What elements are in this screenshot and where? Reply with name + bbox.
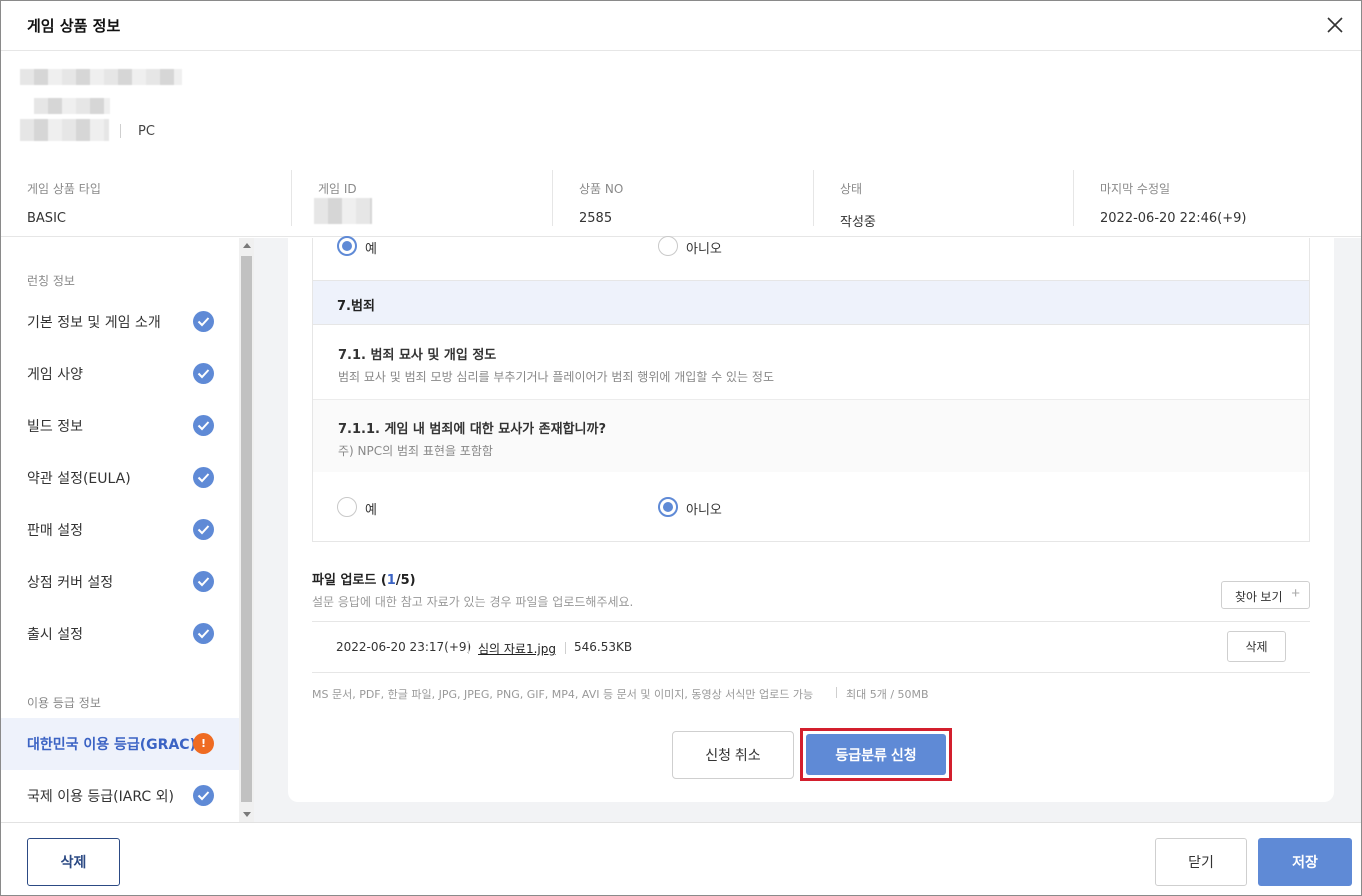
upload-description: 설문 응답에 대한 참고 자료가 있는 경우 파일을 업로드해주세요. <box>312 595 634 609</box>
prev-answer-yes-radio[interactable] <box>337 236 357 256</box>
modal-footer: 삭제 닫기 저장 <box>1 822 1361 895</box>
info-product-no: 상품 NO 2585 <box>552 170 813 226</box>
sidebar-item-eula[interactable]: 약관 설정(EULA) <box>1 452 239 504</box>
question-note: 주) NPC의 범죄 표현을 포함함 <box>338 444 493 458</box>
divider <box>468 642 469 654</box>
close-icon[interactable] <box>1323 13 1347 37</box>
submit-rating-button[interactable]: 등급분류 신청 <box>806 734 946 775</box>
check-icon <box>193 571 214 592</box>
sidebar-item-release[interactable]: 출시 설정 <box>1 608 239 660</box>
modal-title: 게임 상품 정보 <box>27 17 121 35</box>
question-title: 7.1.1. 게임 내 범죄에 대한 묘사가 존재합니까? <box>338 422 607 437</box>
platform-divider <box>120 124 121 138</box>
upload-max: 5 <box>400 573 410 588</box>
upload-format-note: MS 문서, PDF, 한글 파일, JPG, JPEG, PNG, GIF, … <box>312 687 929 701</box>
delete-button[interactable]: 삭제 <box>27 838 120 886</box>
prev-answer-no-label: 아니오 <box>686 242 722 257</box>
sidebar-item-grac[interactable]: 대한민국 이용 등급(GRAC) ! <box>1 718 239 770</box>
file-name-link[interactable]: 심의 자료1.jpg <box>478 640 556 657</box>
scroll-thumb[interactable] <box>241 256 252 802</box>
product-subname-blurred <box>34 98 110 114</box>
subcategory-description: 범죄 묘사 및 범죄 모방 심리를 부추기거나 플레이어가 범죄 행위에 개입할… <box>338 370 774 384</box>
upload-limit: 최대 5개 / 50MB <box>846 688 929 701</box>
sidebar-item-build-info[interactable]: 빌드 정보 <box>1 400 239 452</box>
product-meta-blurred <box>20 119 109 141</box>
info-product-type: 게임 상품 타입 BASIC <box>27 182 101 226</box>
prev-answer-yes-label: 예 <box>365 242 377 257</box>
info-status: 상태 작성중 <box>813 170 1074 230</box>
check-icon <box>193 467 214 488</box>
check-icon <box>193 311 214 332</box>
sidebar-item-game-spec[interactable]: 게임 사양 <box>1 348 239 400</box>
answer-no-radio[interactable] <box>658 497 678 517</box>
close-button[interactable]: 닫기 <box>1155 838 1247 886</box>
subcategory-title: 7.1. 범죄 묘사 및 개입 정도 <box>338 348 497 363</box>
warning-icon: ! <box>193 733 214 754</box>
file-size: 546.53KB <box>574 640 633 654</box>
save-button[interactable]: 저장 <box>1258 838 1352 886</box>
sidebar-item-store-cover[interactable]: 상점 커버 설정 <box>1 556 239 608</box>
info-game-id: 게임 ID <box>291 170 552 226</box>
divider <box>836 687 837 698</box>
info-last-modified: 마지막 수정일 2022-06-20 22:46(+9) <box>1073 170 1361 226</box>
product-name-blurred <box>20 69 182 85</box>
scroll-up-arrow-icon[interactable] <box>243 243 251 248</box>
check-icon <box>193 519 214 540</box>
upload-count: 1 <box>386 573 396 588</box>
file-upload-date: 2022-06-20 23:17(+9) <box>336 640 472 654</box>
sidebar-nav: 런칭 정보 기본 정보 및 게임 소개 게임 사양 빌드 정보 약관 설정(EU… <box>1 238 239 822</box>
check-icon <box>193 363 214 384</box>
plus-icon: + <box>1291 585 1300 602</box>
check-icon <box>193 623 214 644</box>
game-id-blurred <box>314 198 372 224</box>
category-header: 7.범죄 <box>313 280 1309 325</box>
sidebar-item-sales[interactable]: 판매 설정 <box>1 504 239 556</box>
prev-answer-no-radio[interactable] <box>658 236 678 256</box>
uploaded-file-row: 2022-06-20 23:17(+9) 심의 자료1.jpg 546.53KB… <box>312 621 1310 673</box>
check-icon <box>193 415 214 436</box>
platform-label: PC <box>138 124 155 139</box>
answer-yes-label: 예 <box>365 503 377 518</box>
sidebar-section-launch: 런칭 정보 <box>27 274 75 288</box>
check-icon <box>193 785 214 806</box>
browse-file-button[interactable]: 찾아 보기 + <box>1221 581 1310 609</box>
answer-no-label: 아니오 <box>686 503 722 518</box>
submit-highlight: 등급분류 신청 <box>800 728 952 781</box>
sidebar-scrollbar[interactable] <box>239 238 254 822</box>
answer-yes-radio[interactable] <box>337 497 357 517</box>
category-title: 7.범죄 <box>337 299 375 314</box>
sidebar-item-iarc[interactable]: 국제 이용 등급(IARC 외) <box>1 770 239 822</box>
game-product-modal: 게임 상품 정보 PC 게임 상품 타입 BASIC 게임 ID 상품 NO 2… <box>0 0 1362 896</box>
product-info-row: 게임 상품 타입 BASIC 게임 ID 상품 NO 2585 상태 작성중 마… <box>1 162 1361 237</box>
modal-header: 게임 상품 정보 <box>1 1 1361 51</box>
divider <box>565 642 566 654</box>
cancel-request-button[interactable]: 신청 취소 <box>672 731 794 779</box>
delete-file-button[interactable]: 삭제 <box>1227 631 1286 662</box>
upload-title: 파일 업로드 (1/5) <box>312 573 416 588</box>
sidebar-section-rating: 이용 등급 정보 <box>27 696 101 710</box>
scroll-down-arrow-icon[interactable] <box>243 812 251 817</box>
sidebar-item-basic-info[interactable]: 기본 정보 및 게임 소개 <box>1 296 239 348</box>
